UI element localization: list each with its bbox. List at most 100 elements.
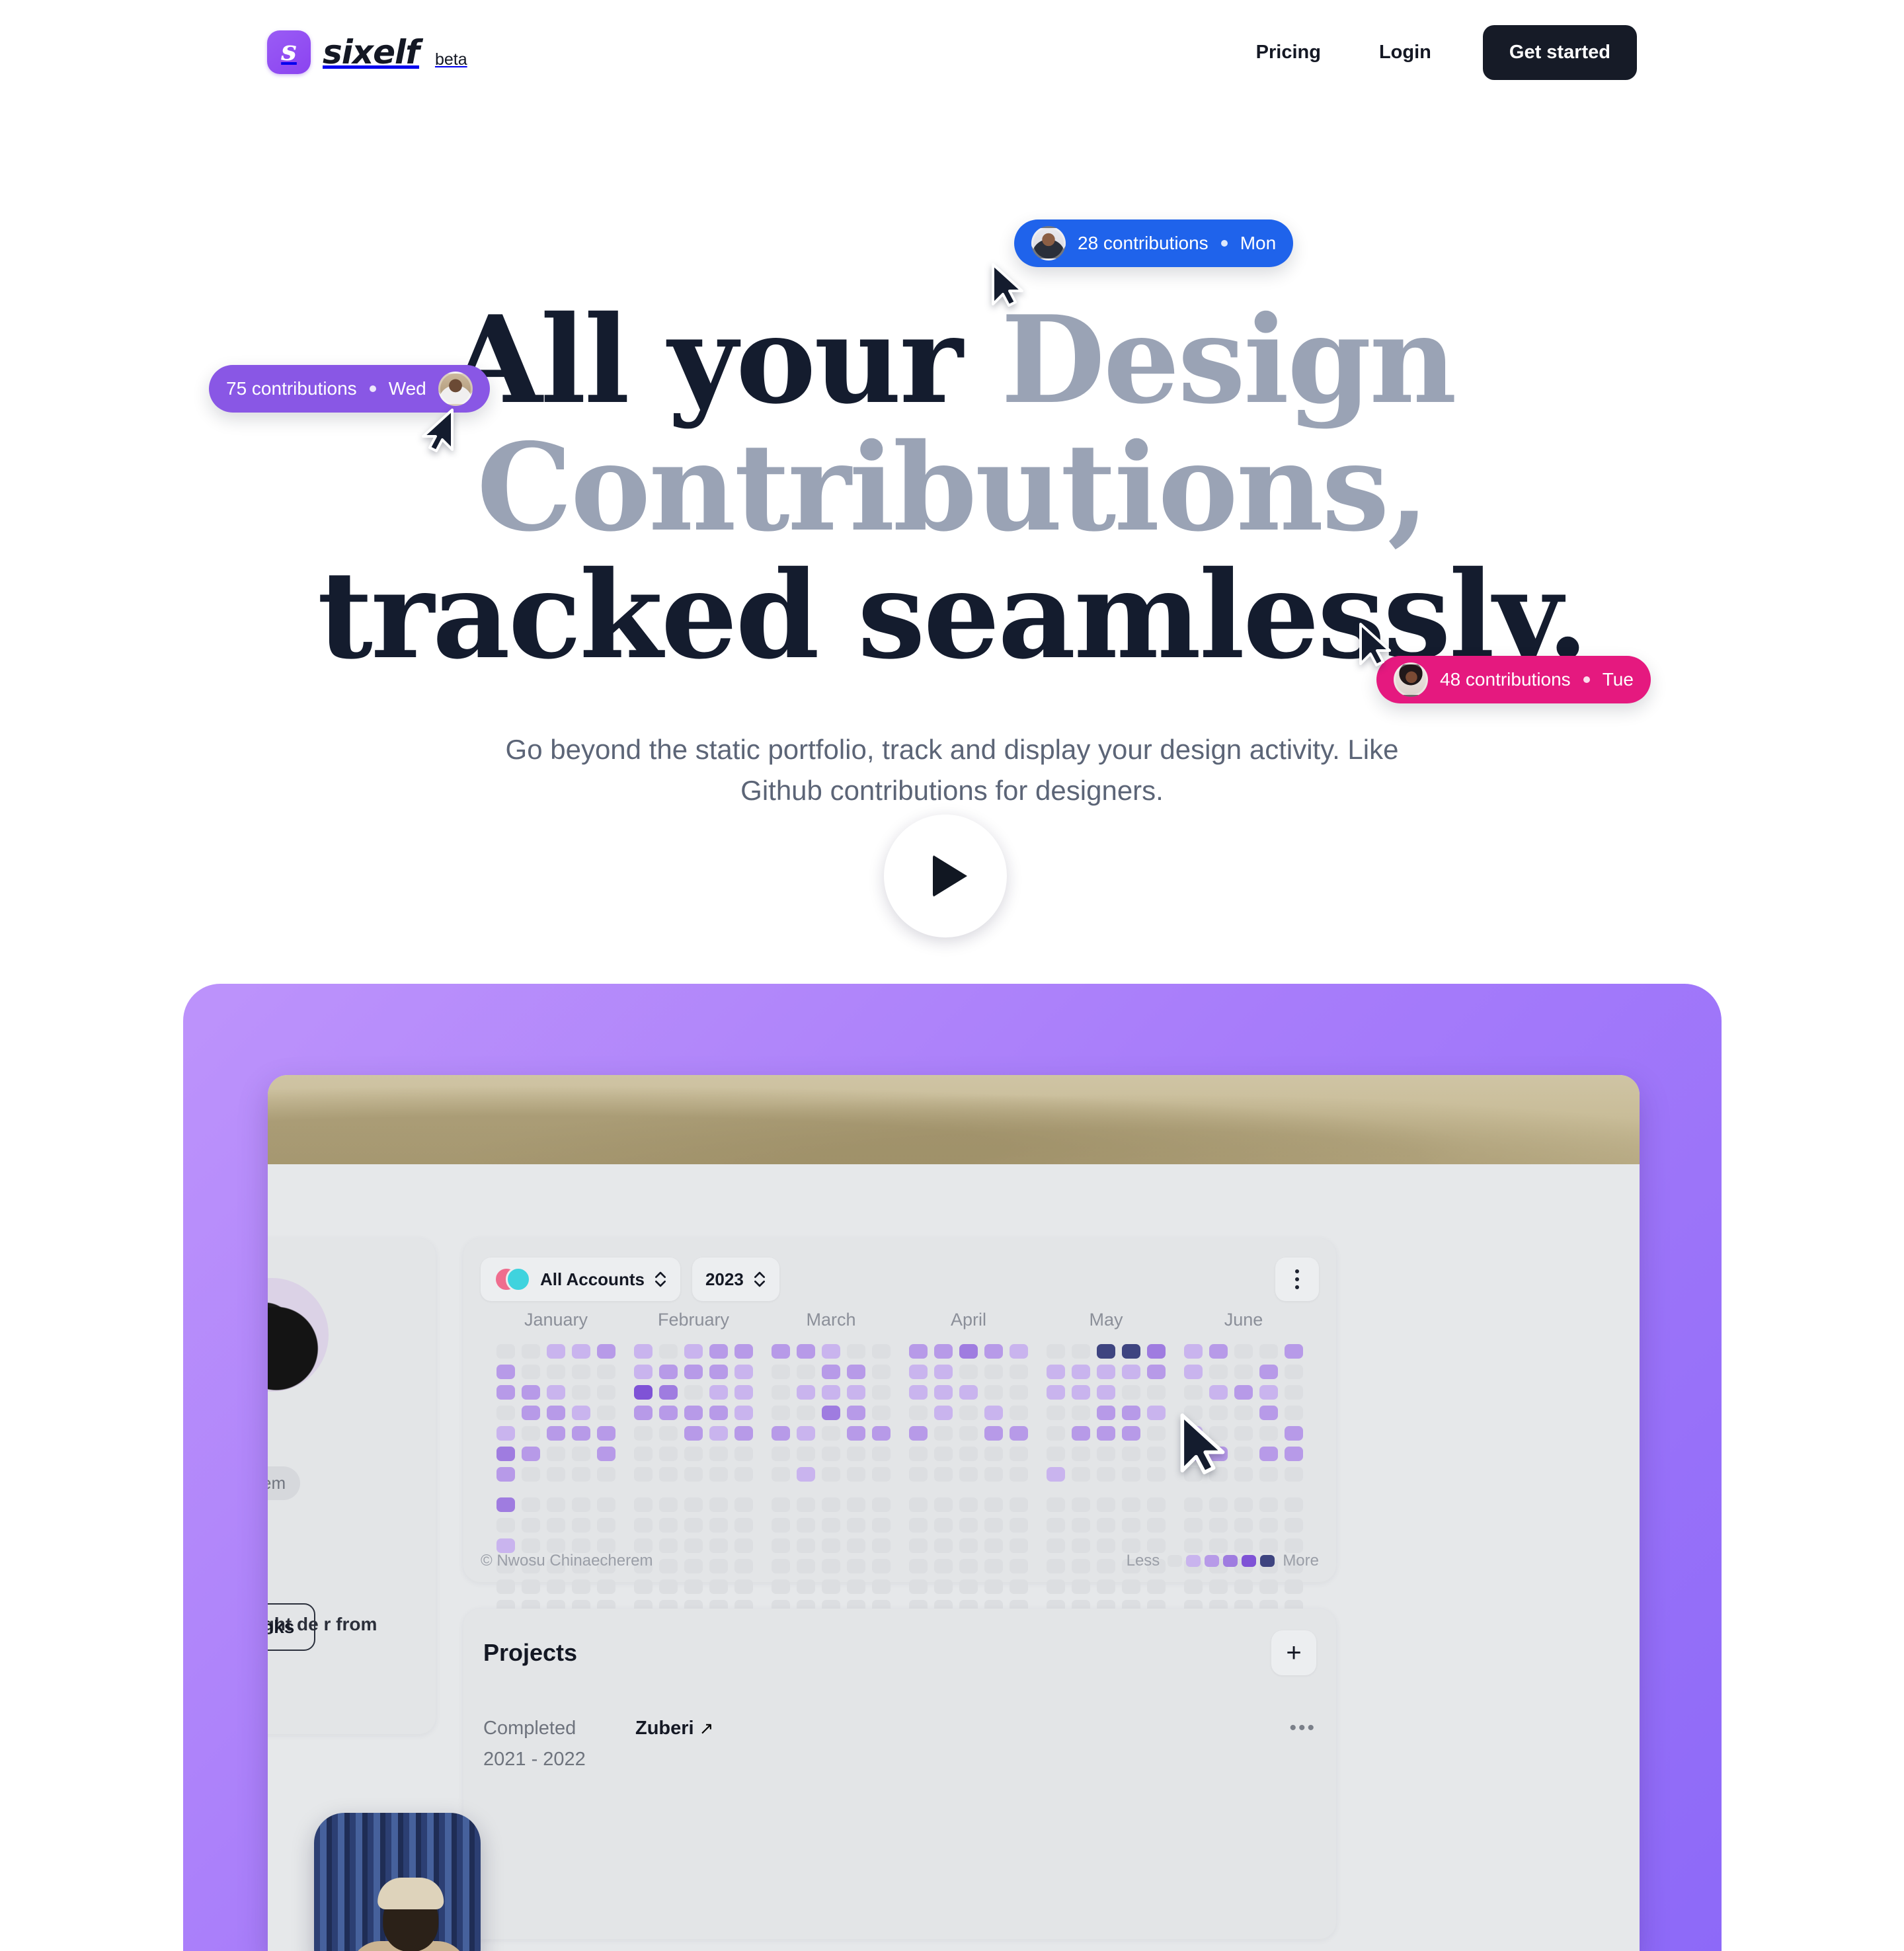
contribution-cell[interactable]	[797, 1365, 815, 1379]
contribution-cell[interactable]	[909, 1447, 928, 1461]
contribution-cell[interactable]	[1047, 1538, 1065, 1553]
contribution-cell[interactable]	[797, 1447, 815, 1461]
contribution-cell[interactable]	[959, 1538, 978, 1553]
contribution-cell[interactable]	[934, 1406, 953, 1420]
contribution-cell[interactable]	[934, 1365, 953, 1379]
contribution-cell[interactable]	[1147, 1467, 1166, 1482]
contribution-cell[interactable]	[1072, 1518, 1090, 1533]
contribution-cell[interactable]	[547, 1426, 565, 1441]
contribution-cell[interactable]	[797, 1538, 815, 1553]
contribution-cell[interactable]	[1097, 1497, 1115, 1512]
contribution-cell[interactable]	[547, 1385, 565, 1400]
contribution-cell[interactable]	[522, 1579, 540, 1594]
contribution-cell[interactable]	[684, 1406, 703, 1420]
contribution-cell[interactable]	[909, 1579, 928, 1594]
contribution-cell[interactable]	[1234, 1538, 1253, 1553]
contribution-cell[interactable]	[984, 1365, 1003, 1379]
contribution-cell[interactable]	[1147, 1497, 1166, 1512]
contribution-cell[interactable]	[547, 1365, 565, 1379]
contribution-cell[interactable]	[822, 1344, 840, 1359]
contribution-cell[interactable]	[1047, 1426, 1065, 1441]
contribution-cell[interactable]	[1147, 1538, 1166, 1553]
contribution-cell[interactable]	[1184, 1579, 1203, 1594]
contribution-cell[interactable]	[1147, 1447, 1166, 1461]
contribution-cell[interactable]	[1147, 1365, 1166, 1379]
contribution-cell[interactable]	[522, 1467, 540, 1482]
contribution-cell[interactable]	[772, 1579, 790, 1594]
contribution-cell[interactable]	[909, 1467, 928, 1482]
contribution-cell[interactable]	[659, 1447, 678, 1461]
contribution-cell[interactable]	[1209, 1518, 1228, 1533]
contribution-cell[interactable]	[572, 1365, 590, 1379]
contribution-cell[interactable]	[522, 1406, 540, 1420]
contribution-cell[interactable]	[772, 1385, 790, 1400]
contribution-cell[interactable]	[1010, 1467, 1028, 1482]
contribution-cell[interactable]	[1072, 1426, 1090, 1441]
contribution-cell[interactable]	[1072, 1365, 1090, 1379]
contribution-cell[interactable]	[547, 1344, 565, 1359]
contribution-cell[interactable]	[659, 1426, 678, 1441]
contribution-cell[interactable]	[1072, 1385, 1090, 1400]
contribution-cell[interactable]	[709, 1365, 728, 1379]
contribution-cell[interactable]	[1234, 1426, 1253, 1441]
contribution-cell[interactable]	[1072, 1344, 1090, 1359]
contribution-cell[interactable]	[496, 1447, 515, 1461]
contribution-cell[interactable]	[547, 1497, 565, 1512]
contribution-cell[interactable]	[1209, 1385, 1228, 1400]
contribution-cell[interactable]	[984, 1447, 1003, 1461]
contribution-cell[interactable]	[872, 1406, 891, 1420]
contribution-cell[interactable]	[659, 1344, 678, 1359]
contribution-cell[interactable]	[522, 1365, 540, 1379]
contribution-cell[interactable]	[597, 1406, 615, 1420]
contribution-cell[interactable]	[709, 1385, 728, 1400]
contribution-cell[interactable]	[709, 1344, 728, 1359]
contribution-cell[interactable]	[1209, 1365, 1228, 1379]
contribution-cell[interactable]	[709, 1426, 728, 1441]
contribution-cell[interactable]	[772, 1538, 790, 1553]
contribution-cell[interactable]	[597, 1497, 615, 1512]
contribution-cell[interactable]	[1010, 1579, 1028, 1594]
contribution-cell[interactable]	[659, 1579, 678, 1594]
contribution-cell[interactable]	[634, 1406, 653, 1420]
contribution-cell[interactable]	[959, 1579, 978, 1594]
contribution-cell[interactable]	[1047, 1385, 1065, 1400]
contribution-cell[interactable]	[1097, 1365, 1115, 1379]
contribution-cell[interactable]	[684, 1344, 703, 1359]
contribution-cell[interactable]	[909, 1406, 928, 1420]
contribution-cell[interactable]	[522, 1497, 540, 1512]
contribution-cell[interactable]	[984, 1538, 1003, 1553]
contribution-cell[interactable]	[684, 1467, 703, 1482]
contribution-cell[interactable]	[797, 1406, 815, 1420]
contribution-cell[interactable]	[496, 1579, 515, 1594]
contribution-cell[interactable]	[1234, 1579, 1253, 1594]
contribution-cell[interactable]	[984, 1497, 1003, 1512]
contribution-cell[interactable]	[634, 1365, 653, 1379]
play-video-button[interactable]	[884, 815, 1007, 937]
contribution-cell[interactable]	[934, 1518, 953, 1533]
contribution-cell[interactable]	[522, 1344, 540, 1359]
contribution-cell[interactable]	[1184, 1518, 1203, 1533]
contribution-cell[interactable]	[1072, 1497, 1090, 1512]
contribution-cell[interactable]	[797, 1579, 815, 1594]
contribution-cell[interactable]	[959, 1447, 978, 1461]
contribution-cell[interactable]	[659, 1365, 678, 1379]
contribution-cell[interactable]	[822, 1447, 840, 1461]
contribution-cell[interactable]	[1184, 1538, 1203, 1553]
contribution-cell[interactable]	[847, 1406, 865, 1420]
contribution-cell[interactable]	[597, 1447, 615, 1461]
nav-link-pricing[interactable]: Pricing	[1227, 42, 1350, 63]
contribution-cell[interactable]	[984, 1467, 1003, 1482]
contribution-cell[interactable]	[597, 1365, 615, 1379]
contribution-cell[interactable]	[847, 1426, 865, 1441]
contribution-cell[interactable]	[909, 1344, 928, 1359]
contribution-cell[interactable]	[1259, 1344, 1278, 1359]
contribution-cell[interactable]	[872, 1426, 891, 1441]
contribution-cell[interactable]	[496, 1518, 515, 1533]
contribution-cell[interactable]	[734, 1518, 753, 1533]
contribution-cell[interactable]	[1285, 1344, 1303, 1359]
contribution-cell[interactable]	[659, 1406, 678, 1420]
contribution-cell[interactable]	[597, 1538, 615, 1553]
contribution-cell[interactable]	[822, 1385, 840, 1400]
contribution-cell[interactable]	[984, 1344, 1003, 1359]
contribution-cell[interactable]	[934, 1385, 953, 1400]
